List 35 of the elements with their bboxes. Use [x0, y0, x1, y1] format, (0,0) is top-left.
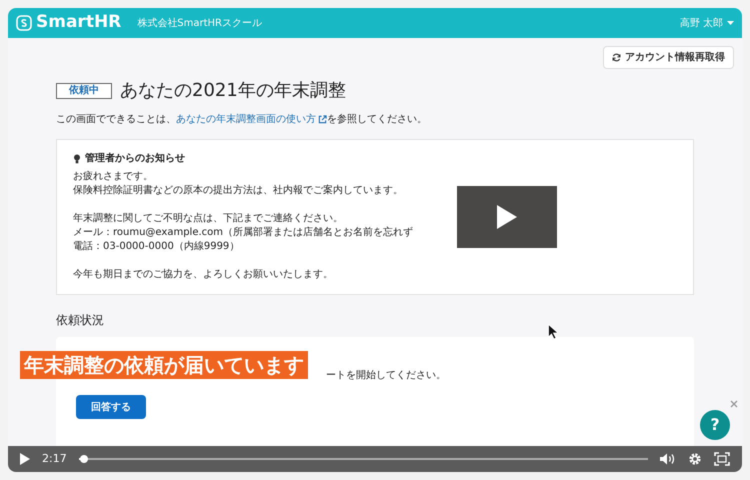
section-title: 依頼状況 [56, 312, 105, 329]
notice-line: 今年も期日までのご協力を、よろしくお願いいたします。 [73, 268, 333, 282]
page-title: あなたの2021年の年末調整 [120, 79, 346, 103]
progress-thumb[interactable] [80, 455, 88, 463]
cursor-icon [548, 324, 559, 340]
task-description: ートを開始してください。 [325, 369, 447, 383]
play-icon[interactable] [20, 453, 30, 465]
notice-line: 電話：03-0000-0000（内線9999） [73, 240, 240, 254]
notice-line: 年末調整に関してご不明な点は、下記までご連絡ください。 [73, 212, 343, 226]
play-button[interactable] [457, 186, 557, 248]
volume-icon[interactable] [660, 453, 676, 465]
settings-icon[interactable] [688, 452, 702, 466]
playback-time: 2:17 [42, 450, 67, 467]
help-link[interactable]: あなたの年末調整画面の使い方 [176, 112, 327, 127]
notice-line: 保険料控除証明書などの原本の提出方法は、社内報でご案内しています。 [73, 184, 403, 198]
video-caption: 年末調整の依頼が届いています [20, 351, 308, 379]
intro-text: を参照してください。 [327, 112, 427, 127]
fullscreen-icon[interactable] [714, 452, 730, 466]
notice-line: メール：roumu@example.com（所属部署または店舗名とお名前を忘れず [73, 226, 414, 240]
account-refresh-button[interactable]: アカウント情報再取得 [603, 46, 734, 69]
external-link-icon [318, 115, 327, 124]
play-icon [497, 205, 517, 229]
caret-icon [727, 20, 734, 26]
lightbulb-icon [73, 154, 81, 164]
notice-heading: 管理者からのお知らせ [85, 152, 185, 166]
answer-button[interactable]: 回答する [76, 395, 146, 419]
close-icon[interactable] [730, 400, 738, 408]
help-bubble[interactable]: ? [700, 410, 730, 440]
status-badge: 依頼中 [56, 82, 112, 98]
refresh-icon [612, 53, 621, 62]
notice-line: お疲れさまです。 [73, 170, 153, 184]
video-player[interactable] [8, 8, 742, 472]
intro-text: この画面でできることは、 [56, 113, 176, 127]
company-name: 株式会社SmartHRスクール [137, 16, 262, 30]
logo-icon [16, 15, 32, 31]
